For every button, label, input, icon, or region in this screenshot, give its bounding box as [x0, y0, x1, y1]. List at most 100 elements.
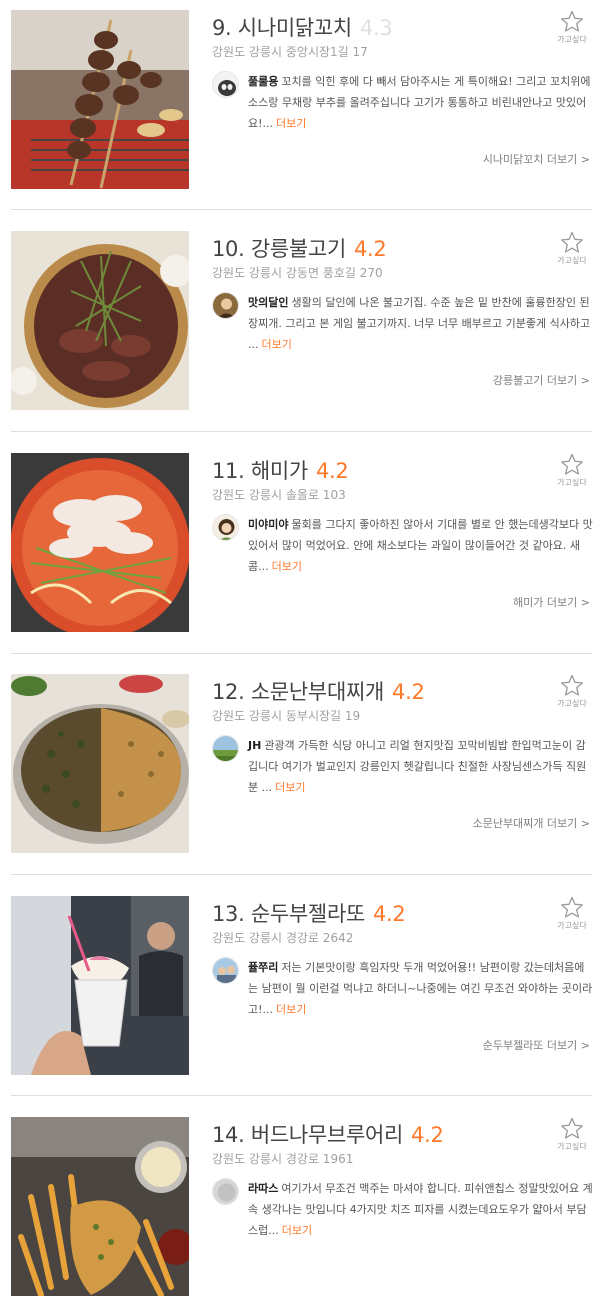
review-text: 맛의달인 생활의 달인에 나온 불고기집. 수준 높은 밑 반찬에 훌륭한장인 된… [248, 292, 593, 355]
wishlist-button[interactable]: 가고싶다 [554, 453, 590, 488]
review-text: JH 관광객 가득한 식당 아니고 리얼 현지맛집 꼬막비빔밥 한입먹고눈이 감깁… [248, 735, 593, 798]
restaurant-photo[interactable] [11, 896, 189, 1075]
reviewer-name[interactable]: JH [248, 739, 261, 752]
wishlist-button[interactable]: 가고싶다 [554, 896, 590, 931]
restaurant-rating: 4.2 [411, 1123, 444, 1147]
star-outline-icon [561, 10, 583, 32]
reviewer-avatar[interactable] [212, 514, 239, 541]
review-more-link[interactable]: 더보기 [276, 117, 306, 130]
reviewer-avatar[interactable] [212, 292, 239, 319]
wishlist-label: 가고싶다 [557, 1142, 587, 1151]
review-more-link[interactable]: 더보기 [276, 1003, 306, 1016]
restaurant-address: 강원도 강릉시 경강로 2642 [212, 931, 354, 945]
restaurant-more-link[interactable]: 해미가 더보기 > [513, 594, 590, 610]
star-outline-icon [561, 896, 583, 918]
review-more-link[interactable]: 더보기 [272, 560, 302, 573]
restaurant-more-link[interactable]: 소문난부대찌개 더보기 > [473, 815, 590, 831]
wishlist-label: 가고싶다 [557, 921, 587, 930]
review-more-link[interactable]: 더보기 [275, 781, 305, 794]
default-avatar-icon [213, 1179, 238, 1204]
restaurant-more-link[interactable]: 순두부젤라또 더보기 > [483, 1037, 590, 1053]
restaurant-address: 강원도 강릉시 경강로 1961 [212, 1152, 354, 1166]
mulhoe-photo-icon [11, 453, 189, 632]
fish-and-chips-photo-icon [11, 1117, 189, 1296]
restaurant-item: 9. 시나미닭꼬치 4.3 강원도 강릉시 중앙시장1길 17 가고싶다 풀룰용 꼬… [11, 10, 592, 189]
restaurant-item: 14. 버드나무브루어리 4.2 강원도 강릉시 경강로 1961 가고싶다 라따… [11, 1117, 593, 1296]
family-avatar-icon [213, 958, 238, 983]
reviewer-name[interactable]: 라따스 [248, 1182, 278, 1195]
cockle-bibimbap-photo-icon [11, 674, 189, 853]
restaurant-rating: 4.2 [353, 237, 387, 261]
star-outline-icon [561, 231, 583, 253]
divider [11, 209, 592, 210]
wishlist-label: 가고싶다 [557, 35, 587, 44]
restaurant-rating: 4.2 [373, 902, 406, 926]
restaurant-title-row: 11. 해미가 4.2 [212, 455, 349, 485]
wishlist-label: 가고싶다 [557, 256, 587, 265]
restaurant-title-row: 13. 순두부젤라또 4.2 [212, 898, 406, 928]
restaurant-rating: 4.2 [392, 680, 425, 704]
review-text: 라따스 여기가서 무조건 맥주는 마셔야 합니다. 피쉬앤칩스 정말맛있어요 계속… [248, 1178, 593, 1241]
restaurant-photo[interactable] [11, 1117, 189, 1296]
restaurant-rating: 4.2 [315, 459, 349, 483]
reviewer-name[interactable]: 풀룰용 [248, 75, 278, 88]
wishlist-button[interactable]: 가고싶다 [554, 10, 590, 45]
wishlist-button[interactable]: 가고싶다 [554, 674, 590, 709]
wishlist-label: 가고싶다 [557, 478, 587, 487]
restaurant-photo[interactable] [11, 10, 189, 189]
divider [11, 653, 592, 654]
restaurant-name-link[interactable]: 9. 시나미닭꼬치 [212, 16, 352, 40]
divider [11, 431, 592, 432]
restaurant-name-link[interactable]: 11. 해미가 [212, 459, 308, 483]
restaurant-photo[interactable] [11, 674, 189, 853]
restaurant-item: 11. 해미가 4.2 강원도 강릉시 솔올로 103 가고싶다 미야미야 물회를 … [11, 453, 593, 632]
cat-avatar-icon [213, 72, 238, 97]
review-more-link[interactable]: 더보기 [282, 1224, 312, 1237]
restaurant-title-row: 9. 시나미닭꼬치 4.3 [212, 12, 393, 42]
gelato-photo-icon [11, 896, 189, 1075]
wishlist-button[interactable]: 가고싶다 [554, 1117, 590, 1152]
divider [11, 1095, 592, 1096]
restaurant-photo[interactable] [11, 453, 189, 632]
restaurant-name-link[interactable]: 13. 순두부젤라또 [212, 902, 365, 926]
restaurant-address: 강원도 강릉시 동부시장길 19 [212, 709, 361, 723]
restaurant-address: 강원도 강릉시 강동면 풍호길 270 [212, 266, 383, 280]
review-body: 생활의 달인에 나온 불고기집. 수준 높은 밑 반찬에 훌륭한장인 된장찌개.… [248, 296, 591, 351]
restaurant-item: 10. 강릉불고기 4.2 강원도 강릉시 강동면 풍호길 270 가고싶다 맛의… [11, 231, 592, 410]
divider [11, 874, 592, 875]
restaurant-title-row: 10. 강릉불고기 4.2 [212, 233, 387, 263]
restaurant-more-link[interactable]: 강릉불고기 더보기 > [493, 372, 590, 388]
review-text: 미야미야 물회를 그다지 좋아하진 않아서 기대를 별로 안 했는데생각보다 맛있… [248, 514, 593, 577]
star-outline-icon [561, 453, 583, 475]
review-text: 풀룰용 꼬치를 익힌 후에 다 빼서 담아주시는 게 특이해요! 그리고 꼬치위에… [248, 71, 593, 134]
restaurant-title-row: 14. 버드나무브루어리 4.2 [212, 1119, 444, 1149]
reviewer-avatar[interactable] [212, 957, 239, 984]
restaurant-name-link[interactable]: 12. 소문난부대찌개 [212, 680, 384, 704]
wishlist-button[interactable]: 가고싶다 [554, 231, 590, 266]
bulgogi-photo-icon [11, 231, 189, 410]
reviewer-name[interactable]: 미야미야 [248, 518, 288, 531]
restaurant-name-link[interactable]: 10. 강릉불고기 [212, 237, 346, 261]
girl-avatar-icon [213, 515, 238, 540]
reviewer-avatar[interactable] [212, 1178, 239, 1205]
reviewer-name[interactable]: 퓰쭈리 [248, 961, 278, 974]
skewer-photo-icon [11, 10, 189, 189]
review-more-link[interactable]: 더보기 [262, 338, 292, 351]
star-outline-icon [561, 1117, 583, 1139]
review-text: 퓰쭈리 저는 기본맛이랑 흑임자맛 두개 먹었어용!! 남편이랑 갔는데처음에는 … [248, 957, 593, 1020]
reviewer-avatar[interactable] [212, 71, 239, 98]
reviewer-name[interactable]: 맛의달인 [248, 296, 288, 309]
star-outline-icon [561, 674, 583, 696]
restaurant-title-row: 12. 소문난부대찌개 4.2 [212, 676, 425, 706]
restaurant-name-link[interactable]: 14. 버드나무브루어리 [212, 1123, 403, 1147]
restaurant-more-link[interactable]: 시나미닭꼬치 더보기 > [483, 151, 590, 167]
person-avatar-icon [213, 293, 238, 318]
restaurant-photo[interactable] [11, 231, 189, 410]
restaurant-address: 강원도 강릉시 솔올로 103 [212, 488, 346, 502]
wishlist-label: 가고싶다 [557, 699, 587, 708]
restaurant-item: 13. 순두부젤라또 4.2 강원도 강릉시 경강로 2642 가고싶다 퓰쭈리 저… [11, 896, 592, 1075]
restaurant-item: 12. 소문난부대찌개 4.2 강원도 강릉시 동부시장길 19 가고싶다 JH 관… [11, 674, 592, 853]
restaurant-rating: 4.3 [359, 16, 393, 40]
landscape-avatar-icon [213, 736, 238, 761]
reviewer-avatar[interactable] [212, 735, 239, 762]
